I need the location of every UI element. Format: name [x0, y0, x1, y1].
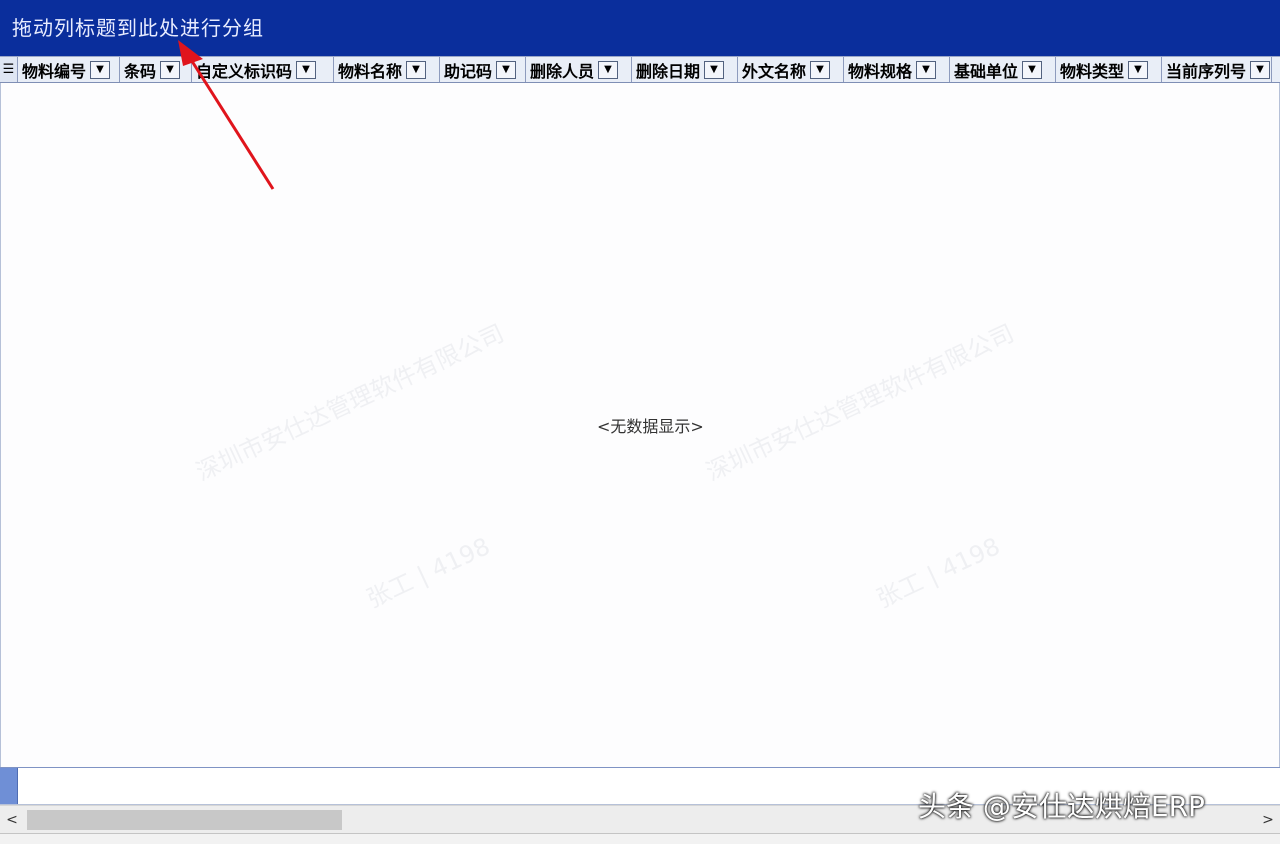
- filter-dropdown-icon[interactable]: ▼: [1128, 60, 1149, 79]
- column-header[interactable]: 外文名称 ▼: [738, 57, 844, 82]
- column-header-label: 物料类型: [1060, 61, 1125, 81]
- column-header[interactable]: 基础单位 ▼: [950, 57, 1056, 82]
- bottom-border: [0, 833, 1280, 844]
- column-header[interactable]: 自定义标识码 ▼: [192, 57, 334, 82]
- column-header[interactable]: 物料编号 ▼: [18, 57, 120, 82]
- column-header[interactable]: 物料名称 ▼: [334, 57, 440, 82]
- filter-dropdown-icon[interactable]: ▼: [1022, 60, 1043, 79]
- group-by-hint: 拖动列标题到此处进行分组: [12, 16, 264, 40]
- watermark-user: 张工 | 4198: [872, 532, 1005, 614]
- watermark-company: 深圳市安仕达管理软件有限公司: [191, 319, 509, 487]
- column-header-label: 物料名称: [338, 61, 403, 81]
- column-header-label: 自定义标识码: [196, 61, 293, 81]
- filter-dropdown-icon[interactable]: ▼: [704, 60, 725, 79]
- column-header[interactable]: 删除人员 ▼: [526, 57, 632, 82]
- filter-dropdown-icon[interactable]: ▼: [810, 60, 831, 79]
- column-header-label: 基础单位: [954, 61, 1019, 81]
- filter-dropdown-icon[interactable]: ▼: [598, 60, 619, 79]
- column-header-row: ☰ 物料编号 ▼ 条码 ▼ 自定义标识码 ▼ 物料名称 ▼ 助记码 ▼ 删除人员 ▼ 删除日期 ▼ 外文名称…: [0, 56, 1280, 83]
- no-data-message: <无数据显示>: [597, 417, 704, 436]
- credit-watermark: 头条 @安仕达烘焙ERP: [918, 790, 1205, 823]
- column-header-label: 物料编号: [22, 61, 87, 81]
- filter-dropdown-icon[interactable]: ▼: [296, 60, 317, 79]
- scroll-right-button[interactable]: >: [1256, 806, 1280, 834]
- column-header-label: 当前序列号: [1166, 61, 1247, 81]
- filter-dropdown-icon[interactable]: ▼: [160, 60, 181, 79]
- column-header-label: 删除日期: [636, 61, 701, 81]
- filter-dropdown-icon[interactable]: ▼: [406, 60, 427, 79]
- column-header[interactable]: 助记码 ▼: [440, 57, 526, 82]
- column-header-label: 外文名称: [742, 61, 807, 81]
- column-header-label: 助记码: [444, 61, 493, 81]
- grid-body[interactable]: 深圳市安仕达管理软件有限公司 深圳市安仕达管理软件有限公司 张工 | 4198 …: [0, 83, 1280, 767]
- column-header[interactable]: 删除日期 ▼: [632, 57, 738, 82]
- filter-dropdown-icon[interactable]: ▼: [496, 60, 517, 79]
- column-header-label: 物料规格: [848, 61, 913, 81]
- filter-dropdown-icon[interactable]: ▼: [1250, 60, 1271, 79]
- column-header[interactable]: 物料类型 ▼: [1056, 57, 1162, 82]
- watermark-user: 张工 | 4198: [362, 532, 495, 614]
- watermark-company: 深圳市安仕达管理软件有限公司: [701, 319, 1019, 487]
- filter-dropdown-icon[interactable]: ▼: [916, 60, 937, 79]
- group-by-panel[interactable]: 拖动列标题到此处进行分组: [0, 0, 1280, 56]
- column-header[interactable]: 条码 ▼: [120, 57, 192, 82]
- column-chooser-icon[interactable]: ☰: [0, 57, 18, 82]
- column-header[interactable]: 当前序列号 ▼: [1162, 57, 1272, 82]
- scroll-left-button[interactable]: <: [0, 806, 24, 834]
- column-header-label: 条码: [124, 61, 157, 81]
- footer-row-indicator: [0, 768, 18, 804]
- filter-dropdown-icon[interactable]: ▼: [90, 60, 111, 79]
- scroll-thumb[interactable]: [27, 810, 342, 830]
- column-header[interactable]: 物料规格 ▼: [844, 57, 950, 82]
- column-header-label: 删除人员: [530, 61, 595, 81]
